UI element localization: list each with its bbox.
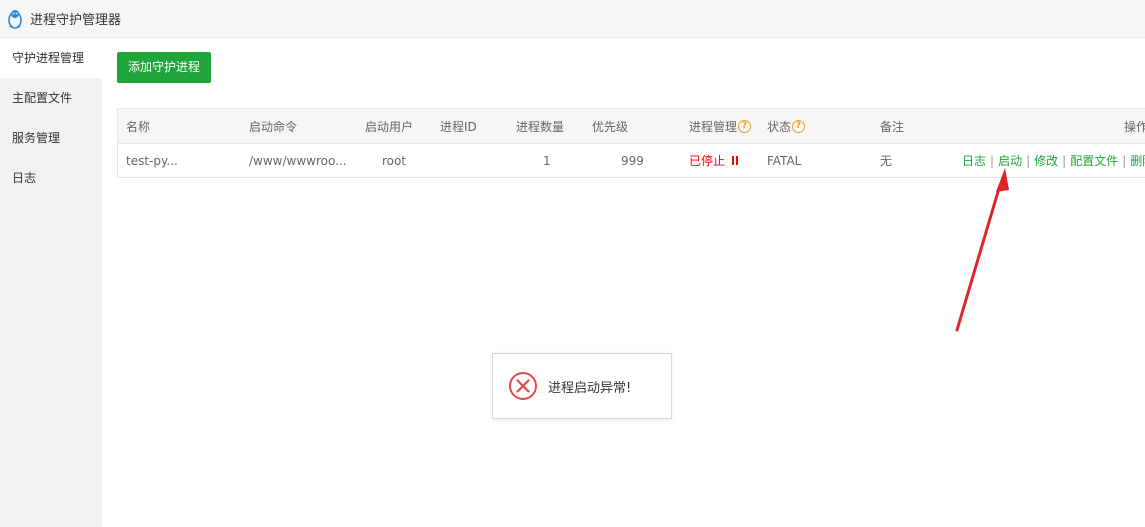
cell-ops: 日志 | 启动 | 修改 | 配置文件 | 删除 bbox=[962, 144, 1145, 177]
stopped-label: 已停止 bbox=[689, 154, 726, 168]
cell-user: root bbox=[382, 153, 407, 168]
header-name: 名称 bbox=[126, 119, 151, 134]
penguin-icon bbox=[8, 9, 22, 29]
header-remark: 备注 bbox=[880, 119, 905, 134]
add-daemon-button[interactable]: 添加守护进程 bbox=[117, 52, 212, 83]
delete-link[interactable]: 删除 bbox=[1130, 152, 1145, 169]
cell-status: FATAL bbox=[767, 153, 802, 168]
header-count: 进程数量 bbox=[516, 119, 565, 134]
table-header: 名称 启动命令 启动用户 进程ID 进程数量 优先级 进程管理 ? 状态 ? 备… bbox=[118, 109, 1145, 144]
header-ops: 操作 bbox=[1124, 119, 1145, 134]
sidebar: 守护进程管理 主配置文件 服务管理 日志 bbox=[0, 38, 102, 527]
op-separator: | bbox=[990, 153, 995, 168]
help-icon[interactable]: ? bbox=[738, 119, 752, 133]
header-user: 启动用户 bbox=[365, 119, 414, 134]
edit-link[interactable]: 修改 bbox=[1034, 152, 1058, 169]
process-table: 名称 启动命令 启动用户 进程ID 进程数量 优先级 进程管理 ? 状态 ? 备… bbox=[117, 108, 1145, 178]
toast-message: 进程启动异常! bbox=[548, 380, 632, 396]
config-file-link[interactable]: 配置文件 bbox=[1070, 152, 1118, 169]
cell-name: test-py... bbox=[126, 153, 178, 168]
sidebar-item-daemon-management[interactable]: 守护进程管理 bbox=[0, 38, 102, 78]
window-titlebar: 进程守护管理器 bbox=[0, 0, 1145, 38]
op-separator: | bbox=[1122, 153, 1127, 168]
pause-icon bbox=[730, 156, 739, 165]
sidebar-item-logs[interactable]: 日志 bbox=[0, 158, 102, 198]
window-title: 进程守护管理器 bbox=[30, 13, 122, 28]
error-circle-icon bbox=[509, 372, 537, 400]
header-manage-label: 进程管理 bbox=[689, 119, 738, 134]
sidebar-item-main-config[interactable]: 主配置文件 bbox=[0, 78, 102, 118]
error-toast: 进程启动异常! bbox=[492, 353, 672, 419]
cell-command: /www/wwwroo... bbox=[249, 153, 347, 168]
sidebar-item-service-management[interactable]: 服务管理 bbox=[0, 118, 102, 158]
log-link[interactable]: 日志 bbox=[962, 152, 986, 169]
header-status: 状态 ? bbox=[767, 109, 806, 143]
cell-count: 1 bbox=[543, 153, 551, 168]
header-manage: 进程管理 ? bbox=[689, 109, 752, 143]
help-icon[interactable]: ? bbox=[792, 119, 806, 133]
cell-manage[interactable]: 已停止 bbox=[689, 144, 739, 177]
header-status-label: 状态 bbox=[767, 119, 792, 134]
cell-priority: 999 bbox=[621, 153, 644, 168]
cell-remark: 无 bbox=[880, 154, 893, 168]
op-separator: | bbox=[1062, 153, 1067, 168]
main-panel: 添加守护进程 名称 启动命令 启动用户 进程ID 进程数量 优先级 进程管理 ?… bbox=[102, 38, 1145, 527]
header-pid: 进程ID bbox=[440, 119, 477, 134]
start-link[interactable]: 启动 bbox=[998, 152, 1022, 169]
table-row: test-py... /www/wwwroo... root 1 999 已停止… bbox=[118, 144, 1145, 177]
header-priority: 优先级 bbox=[592, 119, 629, 134]
header-command: 启动命令 bbox=[249, 119, 298, 134]
op-separator: | bbox=[1026, 153, 1031, 168]
